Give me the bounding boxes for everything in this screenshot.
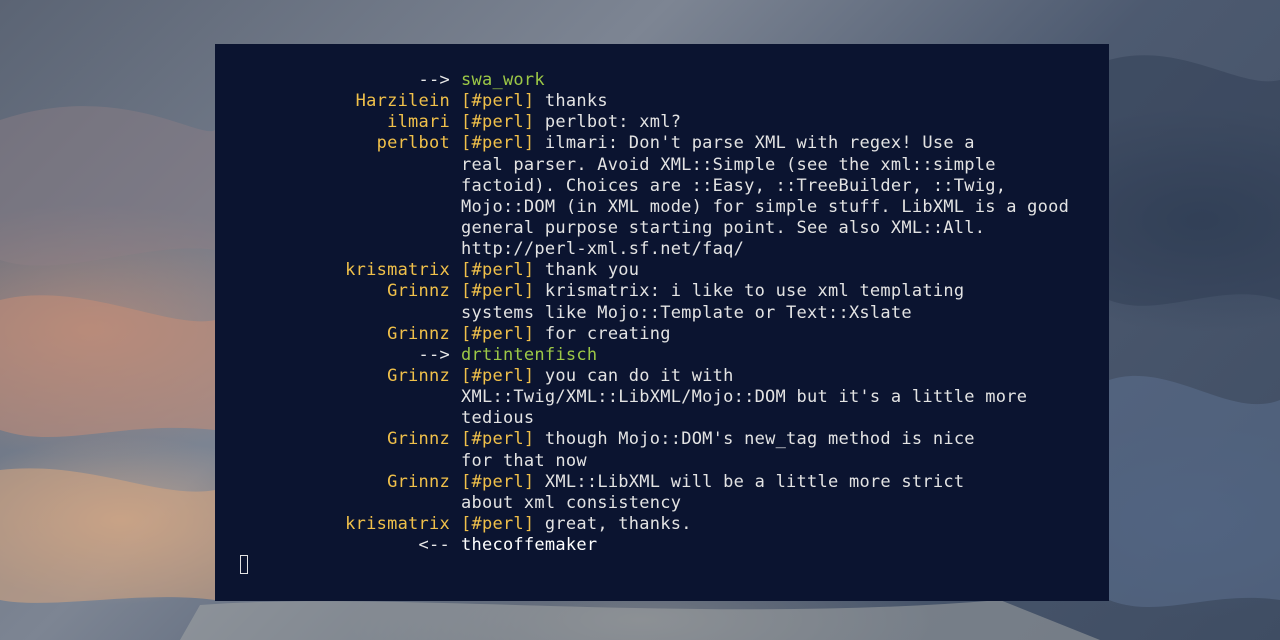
chat-text: [#perl] thank you (461, 260, 639, 281)
chat-text: general purpose starting point. See also… (461, 218, 985, 239)
message-text: krismatrix: i like to use xml templating (544, 281, 965, 302)
chat-text: [#perl] great, thanks. (461, 514, 692, 535)
message-text: Mojo::DOM (in XML mode) for simple stuff… (461, 196, 1070, 217)
message-text: great, thanks. (544, 513, 692, 534)
chat-message: Grinnz [#perl] though Mojo::DOM's new_tag… (215, 429, 1109, 450)
chat-nick: Grinnz (387, 471, 450, 492)
message-text: about xml consistency (461, 492, 682, 513)
chat-text: [#perl] though Mojo::DOM's new_tag metho… (461, 429, 975, 450)
message-text: factoid). Choices are ::Easy, ::TreeBuil… (461, 175, 1007, 196)
chat-text: [#perl] for creating (461, 324, 671, 345)
message-text: perlbot: xml? (544, 112, 682, 133)
chat-line-continuation: systems like Mojo::Template or Text::Xsl… (215, 303, 1109, 324)
channel-tag: [#perl] (461, 513, 535, 534)
message-text: though Mojo::DOM's new_tag method is nic… (544, 429, 975, 450)
chat-message: ilmari [#perl] perlbot: xml? (215, 112, 1109, 133)
chat-line-continuation: about xml consistency (215, 493, 1109, 514)
chat-text: Mojo::DOM (in XML mode) for simple stuff… (461, 197, 1069, 218)
chat-text: [#perl] you can do it with (461, 366, 734, 387)
irc-terminal-window[interactable]: --> swa_work Harzilein [#perl] thanks ilmari… (215, 44, 1109, 601)
chat-message: Grinnz [#perl] you can do it with (215, 366, 1109, 387)
chat-message: Harzilein [#perl] thanks (215, 91, 1109, 112)
chat-log: --> swa_work Harzilein [#perl] thanks ilmari… (215, 70, 1109, 556)
message-text: you can do it with (544, 365, 734, 386)
chat-text: [#perl] perlbot: xml? (461, 112, 681, 133)
chat-nick: krismatrix (345, 513, 450, 534)
chat-text: for that now (461, 451, 587, 472)
chat-line-continuation: factoid). Choices are ::Easy, ::TreeBuil… (215, 176, 1109, 197)
chat-text: systems like Mojo::Template or Text::Xsl… (461, 303, 912, 324)
channel-tag: [#perl] (461, 429, 535, 450)
chat-event: <-- thecoffemaker (215, 535, 1109, 556)
message-text: drtintenfisch (461, 344, 598, 365)
message-text: thanks (544, 91, 608, 112)
message-text: for that now (461, 450, 587, 471)
chat-line-continuation: XML::Twig/XML::LibXML/Mojo::DOM but it's… (215, 387, 1109, 408)
message-text: swa_work (461, 70, 545, 90)
channel-tag: [#perl] (461, 471, 535, 492)
event-arrow: <-- (418, 535, 450, 556)
channel-tag: [#perl] (461, 281, 535, 302)
chat-nick: Grinnz (387, 429, 450, 450)
chat-text: XML::Twig/XML::LibXML/Mojo::DOM but it's… (461, 387, 1027, 408)
chat-nick: Grinnz (387, 281, 450, 302)
message-text: XML::LibXML will be a little more strict (544, 471, 965, 492)
chat-line-continuation: for that now (215, 451, 1109, 472)
message-text: real parser. Avoid XML::Simple (see the … (461, 154, 996, 175)
chat-message: krismatrix [#perl] thank you (215, 260, 1109, 281)
event-arrow: --> (418, 70, 450, 90)
chat-nick: perlbot (376, 133, 450, 154)
chat-nick: krismatrix (345, 260, 450, 281)
channel-tag: [#perl] (461, 260, 535, 281)
message-text: ilmari: Don't parse XML with regex! Use … (544, 133, 975, 154)
event-arrow: --> (418, 344, 450, 365)
message-text: thecoffemaker (461, 535, 598, 556)
chat-text: [#perl] XML::LibXML will be a little mor… (461, 472, 964, 493)
chat-text: drtintenfisch (461, 345, 597, 366)
chat-text: http://perl-xml.sf.net/faq/ (461, 239, 744, 260)
chat-text: factoid). Choices are ::Easy, ::TreeBuil… (461, 176, 1006, 197)
chat-line-continuation: real parser. Avoid XML::Simple (see the … (215, 155, 1109, 176)
message-text: tedious (461, 408, 535, 429)
chat-text: tedious (461, 408, 534, 429)
chat-line-continuation: tedious (215, 408, 1109, 429)
channel-tag: [#perl] (461, 365, 535, 386)
chat-nick: ilmari (387, 112, 450, 133)
message-text: thank you (544, 260, 640, 281)
chat-event: --> swa_work (215, 70, 1109, 91)
chat-text: thecoffemaker (461, 535, 597, 556)
chat-message: Grinnz [#perl] krismatrix: i like to use … (215, 281, 1109, 302)
chat-text: real parser. Avoid XML::Simple (see the … (461, 155, 996, 176)
message-text: http://perl-xml.sf.net/faq/ (461, 239, 745, 260)
message-text: XML::Twig/XML::LibXML/Mojo::DOM but it's… (461, 387, 1028, 408)
channel-tag: [#perl] (461, 133, 535, 154)
chat-message: perlbot [#perl] ilmari: Don't parse XML w… (215, 133, 1109, 154)
chat-message: krismatrix [#perl] great, thanks. (215, 514, 1109, 535)
chat-line-continuation: http://perl-xml.sf.net/faq/ (215, 239, 1109, 260)
message-text: systems like Mojo::Template or Text::Xsl… (461, 302, 912, 323)
channel-tag: [#perl] (461, 112, 535, 133)
chat-event: --> drtintenfisch (215, 345, 1109, 366)
chat-nick: Harzilein (355, 91, 450, 112)
chat-text: [#perl] krismatrix: i like to use xml te… (461, 281, 964, 302)
message-text: general purpose starting point. See also… (461, 217, 986, 238)
chat-text: [#perl] thanks (461, 91, 608, 112)
channel-tag: [#perl] (461, 323, 535, 344)
chat-line-continuation: general purpose starting point. See also… (215, 218, 1109, 239)
chat-nick: Grinnz (387, 365, 450, 386)
chat-nick: Grinnz (387, 323, 450, 344)
chat-text: about xml consistency (461, 493, 681, 514)
channel-tag: [#perl] (461, 91, 535, 112)
chat-text: [#perl] ilmari: Don't parse XML with reg… (461, 133, 975, 154)
chat-line-continuation: Mojo::DOM (in XML mode) for simple stuff… (215, 197, 1109, 218)
message-text: for creating (544, 323, 671, 344)
chat-message: Grinnz [#perl] XML::LibXML will be a litt… (215, 472, 1109, 493)
chat-text: swa_work (461, 70, 545, 91)
chat-message: Grinnz [#perl] for creating (215, 324, 1109, 345)
input-cursor[interactable] (240, 555, 248, 574)
